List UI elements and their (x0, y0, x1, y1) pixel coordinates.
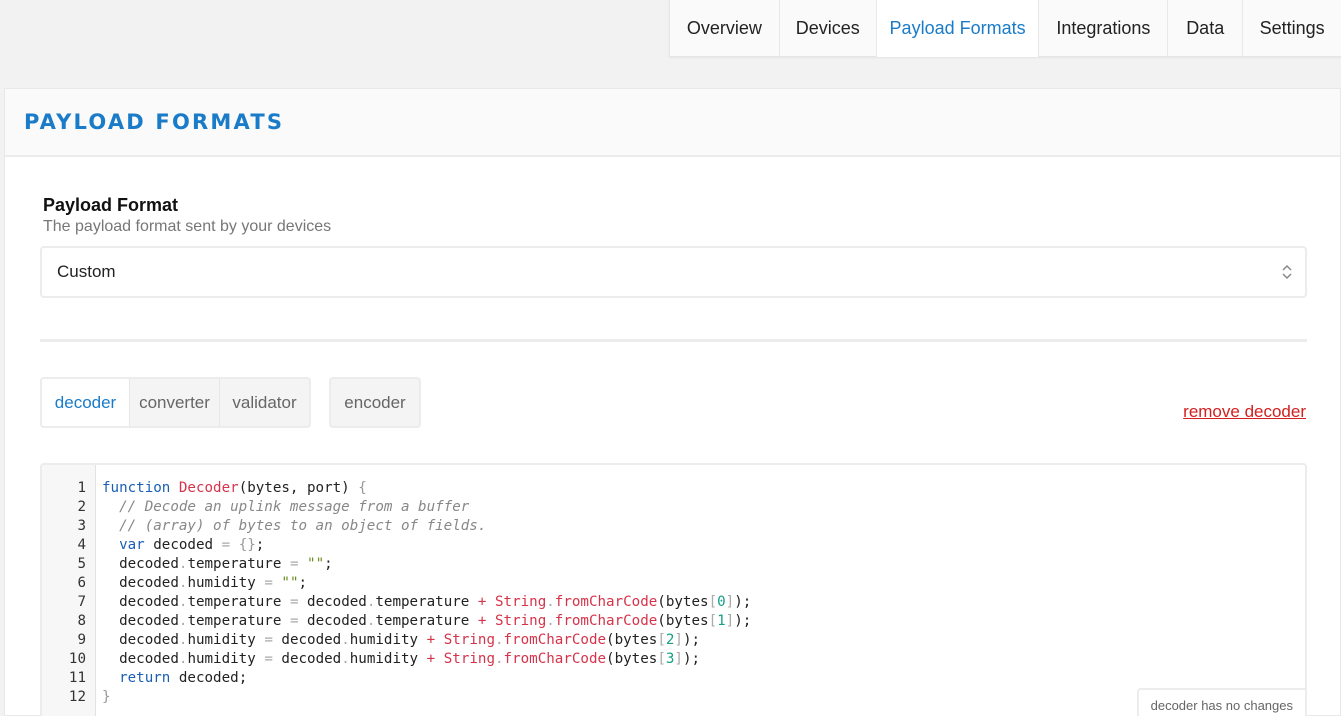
tab-integrations[interactable]: Integrations (1039, 0, 1169, 57)
line-number: 1 (77, 480, 86, 496)
payload-format-label: Payload Format (43, 195, 179, 215)
decoder-tab-group: decoder converter validator (40, 377, 311, 428)
payload-format-select[interactable]: Custom (40, 246, 1307, 298)
line-number: 11 (68, 670, 86, 686)
tab-payload-formats[interactable]: Payload Formats (876, 0, 1040, 57)
line-number: 9 (77, 632, 86, 648)
code-line: 1 function Decoder(bytes, port) { (42, 479, 1305, 498)
tab-validator[interactable]: validator (220, 379, 309, 426)
code-line: 5 decoded.temperature = ""; (42, 555, 1305, 574)
tab-decoder[interactable]: decoder (42, 379, 130, 426)
encoder-tab-group: encoder (329, 377, 421, 428)
top-tabs: Overview Devices Payload Formats Integra… (669, 0, 1341, 57)
line-number: 10 (68, 651, 86, 667)
select-arrows-icon (1282, 264, 1292, 280)
code-line: 11 return decoded; (42, 669, 1305, 688)
code-line: 12} (42, 688, 1305, 707)
payload-format-help: The payload format sent by your devices (43, 218, 332, 235)
line-number: 2 (77, 499, 86, 515)
code-line: 4 var decoded = {}; (42, 536, 1305, 555)
payload-format-selected-value: Custom (57, 262, 116, 281)
line-number: 12 (68, 689, 86, 705)
code-line: 7 decoded.temperature = decoded.temperat… (42, 593, 1305, 612)
card-header: PAYLOAD FORMATS (5, 89, 1340, 157)
tab-converter[interactable]: converter (130, 379, 220, 426)
code-line: 9 decoded.humidity = decoded.humidity + … (42, 631, 1305, 650)
code-line: 10 decoded.humidity = decoded.humidity +… (42, 650, 1305, 669)
line-number: 7 (77, 594, 86, 610)
code-line: 8 decoded.temperature = decoded.temperat… (42, 612, 1305, 631)
code-line: 6 decoded.humidity = ""; (42, 574, 1305, 593)
remove-decoder-link[interactable]: remove decoder (1183, 402, 1306, 422)
code-line: 3 // (array) of bytes to an object of fi… (42, 517, 1305, 536)
tab-settings[interactable]: Settings (1243, 0, 1341, 57)
tab-encoder[interactable]: encoder (331, 379, 419, 426)
tab-devices[interactable]: Devices (780, 0, 877, 57)
line-number: 5 (77, 556, 86, 572)
tab-overview[interactable]: Overview (670, 0, 780, 57)
code-line: 2 // Decode an uplink message from a buf… (42, 498, 1305, 517)
line-number: 8 (77, 613, 86, 629)
code-content: 1 function Decoder(bytes, port) { 2 // De… (42, 479, 1305, 707)
divider (40, 339, 1307, 342)
code-editor[interactable]: 1 function Decoder(bytes, port) { 2 // De… (40, 463, 1307, 716)
line-number: 4 (77, 537, 86, 553)
editor-status: decoder has no changes (1136, 688, 1305, 716)
payload-formats-card: PAYLOAD FORMATS Payload Format The paylo… (4, 88, 1341, 716)
line-number: 6 (77, 575, 86, 591)
tab-data[interactable]: Data (1168, 0, 1244, 57)
line-number: 3 (77, 518, 86, 534)
page-title: PAYLOAD FORMATS (24, 110, 285, 134)
